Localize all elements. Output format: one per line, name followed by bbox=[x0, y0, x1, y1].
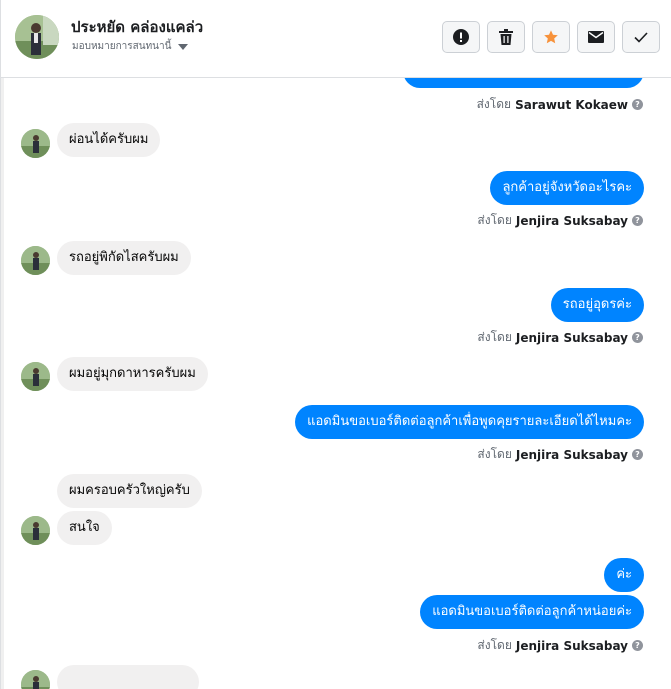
report-button[interactable] bbox=[442, 21, 480, 53]
help-icon[interactable]: ? bbox=[632, 215, 643, 226]
contact-avatar[interactable] bbox=[21, 129, 50, 158]
sent-by-prefix: ส่งโดย bbox=[476, 97, 512, 111]
message-bubble-incoming[interactable]: รถอยู่พิกัดไสครับผม bbox=[57, 241, 191, 275]
contact-avatar[interactable] bbox=[21, 516, 50, 545]
message-thread[interactable]: ส่งโดย Sarawut Kokaew ? ผ่อนได้ครับผม ลู… bbox=[1, 0, 671, 689]
caret-down-icon bbox=[178, 43, 189, 50]
sent-by-prefix: ส่งโดย bbox=[477, 330, 512, 344]
help-icon[interactable]: ? bbox=[632, 332, 643, 343]
sent-by-label: ส่งโดย Jenjira Suksabay ? bbox=[477, 636, 643, 655]
checkmark-icon bbox=[634, 31, 648, 43]
trash-icon bbox=[499, 29, 513, 45]
assign-conversation-dropdown[interactable]: มอบหมายการสนทนานี้ bbox=[72, 39, 189, 54]
sent-by-prefix: ส่งโดย bbox=[477, 638, 512, 652]
contact-name[interactable]: ประหยัด คล่องแคล่ว bbox=[71, 15, 203, 39]
mark-unread-button[interactable] bbox=[577, 21, 615, 53]
message-bubble-outgoing[interactable]: ค่ะ bbox=[604, 558, 644, 592]
sent-by-label: ส่งโดย Jenjira Suksabay ? bbox=[477, 445, 643, 464]
star-button[interactable] bbox=[532, 21, 570, 53]
message-bubble-outgoing[interactable]: รถอยู่อุดรค่ะ bbox=[550, 288, 644, 322]
sender-name[interactable]: Jenjira Suksabay bbox=[516, 331, 628, 345]
assign-label: มอบหมายการสนทนานี้ bbox=[72, 41, 172, 52]
sent-by-label: ส่งโดย Jenjira Suksabay ? bbox=[477, 211, 643, 230]
sender-name[interactable]: Jenjira Suksabay bbox=[516, 448, 628, 462]
scrollbar[interactable] bbox=[1, 78, 4, 689]
sent-by-label: ส่งโดย Sarawut Kokaew ? bbox=[477, 95, 643, 114]
sender-name[interactable]: Jenjira Suksabay bbox=[516, 214, 628, 228]
message-bubble-incoming[interactable]: ผมอยู่มุกดาหารครับผม bbox=[57, 357, 208, 391]
contact-avatar[interactable] bbox=[21, 670, 50, 689]
contact-avatar[interactable] bbox=[21, 362, 50, 391]
help-icon[interactable]: ? bbox=[632, 640, 643, 651]
delete-button[interactable] bbox=[487, 21, 525, 53]
message-bubble-incoming[interactable]: สนใจ bbox=[57, 511, 112, 545]
sent-by-prefix: ส่งโดย bbox=[477, 447, 512, 461]
sender-name[interactable]: Jenjira Suksabay bbox=[516, 639, 628, 653]
message-bubble-outgoing[interactable]: แอดมินขอเบอร์ติดต่อลูกค้าหน่อยค่ะ bbox=[420, 595, 644, 629]
message-bubble-outgoing[interactable]: แอดมินขอเบอร์ติดต่อลูกค้าเพื่อพูดคุยรายล… bbox=[295, 405, 644, 439]
message-bubble-outgoing[interactable]: ลูกค้าอยู่จังหวัดอะไรคะ bbox=[490, 171, 644, 205]
contact-avatar[interactable] bbox=[15, 15, 59, 59]
conversation-header: ประหยัด คล่องแคล่ว มอบหมายการสนทนานี้ bbox=[1, 0, 671, 78]
star-icon bbox=[544, 30, 558, 44]
message-bubble-incoming[interactable] bbox=[57, 665, 199, 689]
envelope-icon bbox=[588, 31, 604, 43]
conversation-actions bbox=[442, 21, 660, 53]
sent-by-prefix: ส่งโดย bbox=[477, 213, 512, 227]
exclamation-circle-icon bbox=[453, 29, 469, 45]
sent-by-label: ส่งโดย Jenjira Suksabay ? bbox=[477, 328, 643, 347]
message-bubble-incoming[interactable]: ผ่อนได้ครับผม bbox=[57, 123, 161, 157]
conversation-panel: ส่งโดย Sarawut Kokaew ? ผ่อนได้ครับผม ลู… bbox=[0, 0, 671, 689]
message-bubble-incoming[interactable]: ผมครอบครัวใหญ่ครับ bbox=[57, 474, 202, 508]
sender-name[interactable]: Sarawut Kokaew bbox=[515, 98, 628, 112]
help-icon[interactable]: ? bbox=[632, 99, 643, 110]
contact-avatar[interactable] bbox=[21, 246, 50, 275]
mark-done-button[interactable] bbox=[622, 21, 660, 53]
help-icon[interactable]: ? bbox=[632, 449, 643, 460]
